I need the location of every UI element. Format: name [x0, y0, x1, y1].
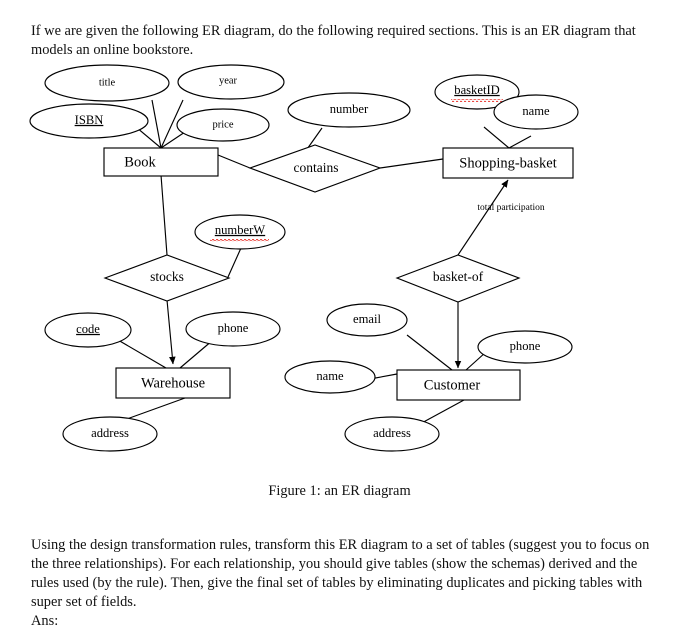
relationship-stocks: stocks — [103, 254, 231, 302]
attribute-isbn: ISBN — [29, 103, 149, 139]
attribute-basketid-label: basketID — [454, 83, 499, 97]
attribute-customer-name-label: name — [316, 369, 344, 383]
entity-shopping-basket: Shopping-basket — [442, 147, 574, 179]
attribute-customer-address: address — [344, 416, 440, 452]
edge-numberw-stocks — [227, 247, 242, 278]
entity-customer-label: Customer — [424, 377, 481, 393]
answer-label: Ans: — [31, 613, 59, 630]
entity-warehouse-label: Warehouse — [141, 375, 205, 391]
attribute-number-label: number — [330, 102, 369, 116]
attribute-numberw-label: numberW — [215, 223, 265, 237]
edge-basketname-shoppingbasket — [508, 135, 532, 149]
edge-email-customer — [406, 334, 453, 371]
edge-stocks-warehouse — [166, 299, 176, 365]
attribute-customer-name: name — [284, 360, 376, 394]
edge-basketid-shoppingbasket — [483, 126, 510, 149]
attribute-basket-name: name — [493, 94, 579, 130]
edge-basketof-shoppingbasket — [457, 179, 509, 256]
attribute-code: code — [44, 312, 132, 348]
entity-book-label: Book — [124, 154, 156, 170]
attribute-numberw: numberW — [194, 214, 286, 250]
attribute-warehouse-phone-label: phone — [218, 321, 249, 335]
attribute-basket-name-label: name — [522, 104, 550, 118]
edge-book-stocks — [160, 174, 168, 256]
attribute-number: number — [287, 92, 411, 128]
document-page: If we are given the following ER diagram… — [0, 0, 679, 641]
relationship-basket-of-label: basket-of — [433, 269, 484, 284]
attribute-isbn-label: ISBN — [75, 113, 104, 127]
basketid-spellcheck-underline — [451, 99, 503, 102]
attribute-email-label: email — [353, 312, 381, 326]
edge-title-book — [151, 99, 162, 149]
attribute-warehouse-address: address — [62, 416, 158, 452]
attribute-title-label: title — [99, 77, 116, 88]
entity-book: Book — [103, 147, 219, 177]
relationship-basket-of: basket-of — [395, 254, 521, 303]
closing-paragraph: Using the design transformation rules, t… — [31, 537, 650, 611]
relationship-stocks-label: stocks — [150, 269, 184, 284]
numberw-spellcheck-underline — [210, 239, 269, 242]
attribute-warehouse-phone: phone — [185, 311, 281, 347]
attribute-code-label: code — [76, 322, 100, 336]
er-diagram-figure: total participation title ISBN year pric… — [0, 52, 679, 462]
edge-phone-warehouse — [179, 339, 214, 369]
attribute-year-label: year — [219, 75, 238, 86]
attribute-customer-address-label: address — [373, 426, 411, 440]
attribute-customer-phone-label: phone — [510, 339, 541, 353]
attribute-customer-phone: phone — [477, 330, 573, 364]
edge-book-contains — [217, 154, 251, 169]
attribute-title: title — [44, 64, 170, 102]
edge-code-warehouse — [117, 339, 167, 369]
total-participation-label: total participation — [477, 203, 545, 213]
edge-label-total-participation: total participation — [477, 203, 545, 213]
attribute-year: year — [177, 64, 285, 100]
relationship-contains: contains — [248, 144, 382, 193]
attribute-price: price — [176, 108, 270, 142]
entity-warehouse: Warehouse — [115, 367, 231, 399]
edge-contains-shoppingbasket — [379, 158, 444, 169]
figure-caption: Figure 1: an ER diagram — [268, 483, 411, 500]
er-diagram-svg: total participation title ISBN year pric… — [29, 64, 579, 452]
relationship-contains-label: contains — [294, 160, 339, 175]
entity-shopping-basket-label: Shopping-basket — [459, 155, 556, 171]
attribute-warehouse-address-label: address — [91, 426, 129, 440]
attribute-email: email — [326, 303, 408, 337]
entity-customer: Customer — [396, 369, 521, 401]
attribute-price-label: price — [213, 119, 234, 130]
